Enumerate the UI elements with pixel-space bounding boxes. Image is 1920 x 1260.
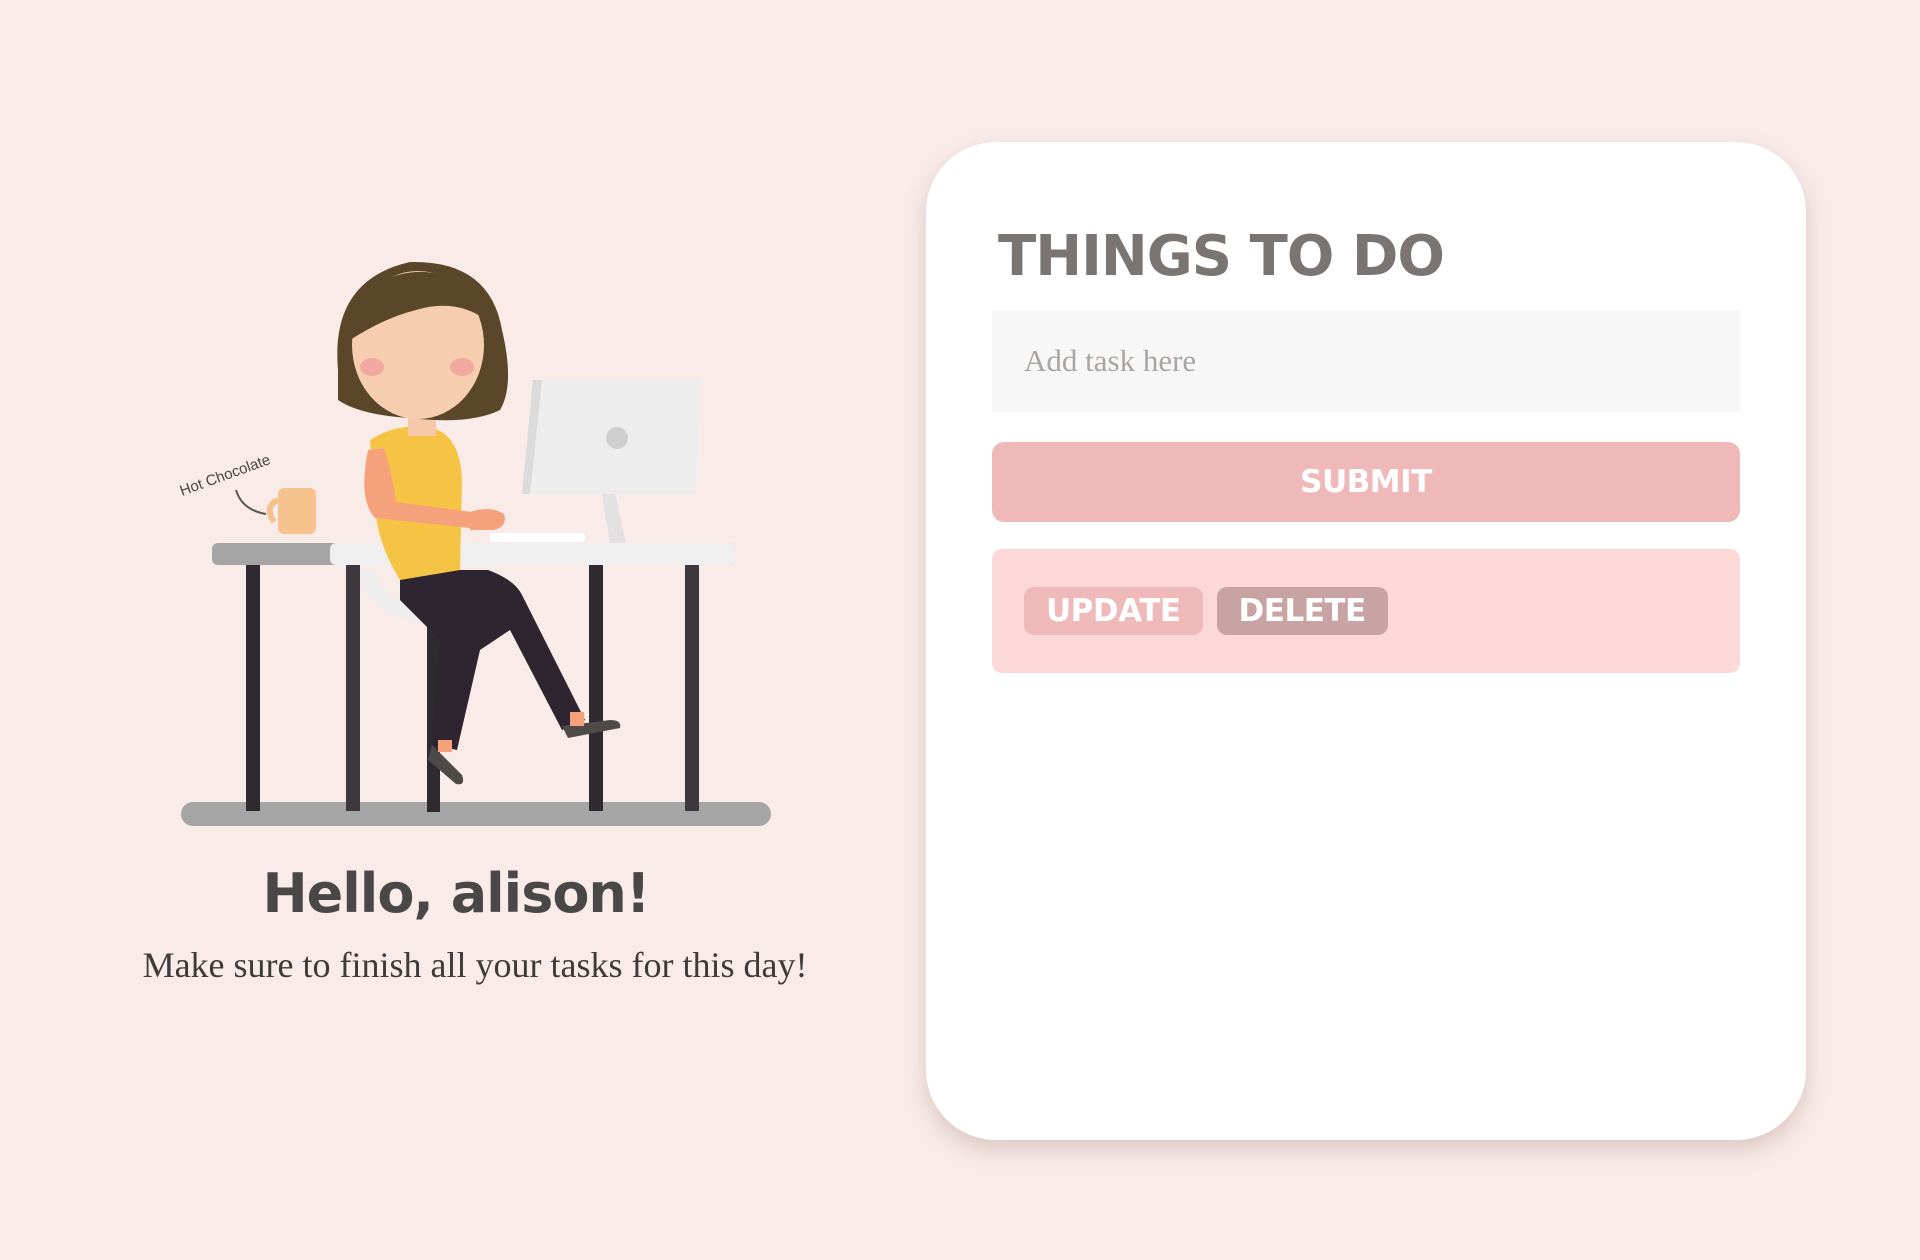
person-at-desk-illustration: Hot Chocolate	[178, 261, 771, 826]
monitor-stand	[602, 494, 626, 543]
desk-leg	[685, 565, 699, 811]
floor-bar	[181, 802, 771, 826]
app-page: Hot Chocolate Hello, alison! Make sure t…	[0, 0, 1920, 1260]
greeting-title: Hello, alison!	[262, 862, 650, 925]
person-ankle	[570, 712, 584, 726]
desk-leg	[346, 565, 360, 811]
person-hand	[470, 508, 505, 530]
task-item: UPDATE DELETE	[992, 549, 1740, 673]
desk-leg	[246, 565, 260, 811]
todo-card: THINGS TO DO SUBMIT UPDATE DELETE	[926, 142, 1806, 1140]
submit-button[interactable]: SUBMIT	[992, 442, 1740, 522]
task-actions: UPDATE DELETE	[1024, 587, 1388, 635]
desk-leg	[589, 565, 603, 811]
delete-button[interactable]: DELETE	[1216, 587, 1388, 635]
mug-handle	[266, 497, 280, 524]
apple-logo	[606, 427, 628, 449]
keyboard	[490, 533, 585, 542]
mug	[278, 488, 316, 534]
person-cheek	[450, 358, 474, 376]
todo-title: THINGS TO DO	[998, 224, 1445, 289]
person-ankle	[438, 740, 452, 752]
greeting-subtitle: Make sure to finish all your tasks for t…	[142, 945, 808, 985]
task-input[interactable]	[992, 310, 1740, 412]
update-button[interactable]: UPDATE	[1024, 587, 1203, 635]
person-cheek	[360, 358, 384, 376]
mug-label: Hot Chocolate	[178, 451, 273, 499]
mug-pointer	[235, 489, 267, 515]
